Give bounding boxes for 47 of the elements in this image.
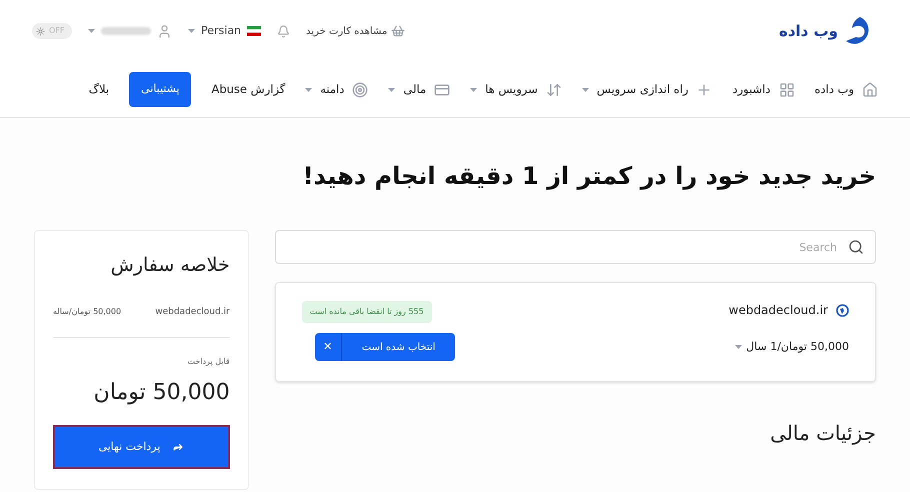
section-heading: جزئیات مالی — [769, 420, 876, 447]
support-button[interactable]: پشتیبانی — [129, 72, 192, 107]
nav-link[interactable]: مالی — [403, 80, 426, 98]
caret-icon — [305, 88, 312, 92]
nav-link[interactable]: وب داده — [814, 80, 854, 98]
bell-icon[interactable] — [277, 24, 290, 38]
expiry-badge: 555 روز تا انقضا باقی مانده است — [302, 301, 432, 323]
total-amount: 50,000 تومان — [92, 379, 230, 407]
payable-label: قابل پرداخت — [186, 356, 230, 368]
card-icon — [434, 82, 450, 98]
home-icon — [862, 82, 878, 98]
caret-icon — [582, 88, 589, 92]
forward-icon — [172, 441, 184, 453]
nav-link[interactable]: گزارش Abuse — [211, 80, 286, 98]
nav-link[interactable]: راه اندازی سرویس — [596, 80, 688, 98]
globe-icon — [836, 304, 849, 316]
user-icon — [157, 24, 172, 38]
caret-icon — [88, 29, 95, 33]
nav-link[interactable]: سرویس ها — [485, 80, 538, 98]
item-name: webdadecloud.ir — [155, 306, 230, 318]
caret-icon — [388, 88, 396, 92]
price-selector[interactable]: 50,000 تومان/1 سال — [746, 339, 849, 356]
remove-button[interactable]: ✕ — [314, 333, 342, 361]
grid-icon — [778, 82, 794, 98]
caret-icon — [470, 88, 478, 92]
target-icon — [352, 82, 368, 98]
page-heading: خرید جدید خود را در کمتر از 1 دقیقه انجام دهید! — [302, 161, 876, 192]
nav-link[interactable]: دامنه — [320, 80, 344, 98]
language-selector[interactable]: Persian — [201, 22, 242, 40]
summary-title: خلاصه سفارش — [110, 253, 230, 278]
blurred-username — [101, 27, 151, 35]
caret-icon — [735, 345, 742, 350]
sun-icon — [36, 26, 45, 36]
search-icon — [848, 239, 864, 255]
item-price: 50,000 تومان/ساله — [53, 306, 122, 318]
selected-button[interactable]: انتخاب شده است — [342, 333, 456, 361]
nav-link[interactable]: بلاگ — [88, 80, 110, 98]
logo-text: وب داده — [778, 20, 838, 42]
search-field[interactable]: Search — [274, 230, 876, 264]
caret-icon — [188, 29, 195, 33]
pay-button[interactable]: پرداخت نهایی — [53, 425, 230, 469]
arrows-icon — [546, 82, 562, 98]
nav-link[interactable]: داشبورد — [732, 80, 770, 98]
domain-name: webdadecloud.ir — [728, 302, 828, 319]
flag-icon — [247, 26, 262, 36]
basket-icon — [391, 24, 406, 38]
view-cart-link[interactable]: مشاهده کارت خرید — [306, 24, 388, 38]
